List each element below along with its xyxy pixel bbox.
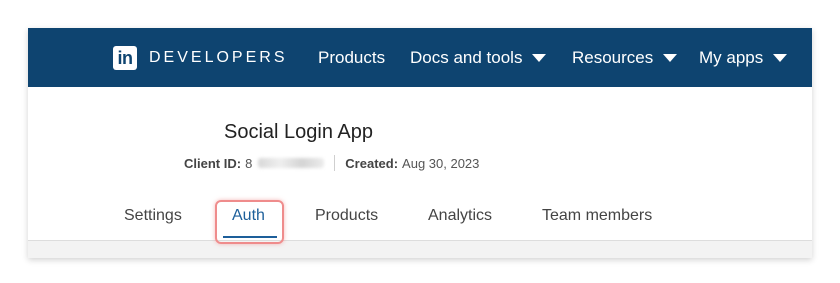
app-tabs: Settings Auth Products Analytics Team me… bbox=[28, 196, 812, 240]
tab-products[interactable]: Products bbox=[315, 196, 378, 236]
chevron-down-icon bbox=[532, 53, 547, 62]
nav-resources-label: Resources bbox=[572, 47, 654, 67]
client-id-redaction bbox=[258, 158, 325, 168]
developer-portal-card: in DEVELOPERS Products Docs and tools Re… bbox=[28, 28, 812, 258]
nav-docs-and-tools-label: Docs and tools bbox=[410, 47, 523, 67]
linkedin-logo-icon: in bbox=[113, 46, 137, 70]
brand-wordmark: DEVELOPERS bbox=[149, 49, 288, 66]
highlight-annotation bbox=[215, 200, 284, 244]
nav-products-label: Products bbox=[318, 47, 386, 67]
tab-analytics-label: Analytics bbox=[428, 207, 493, 224]
created-label: Created: bbox=[345, 155, 399, 171]
client-id-label: Client ID: bbox=[184, 155, 242, 171]
nav-docs-and-tools[interactable]: Docs and tools bbox=[410, 28, 547, 87]
chevron-down-icon bbox=[773, 53, 788, 62]
nav-my-apps-label: My apps bbox=[699, 47, 764, 67]
tab-products-label: Products bbox=[315, 207, 379, 224]
brand-logo[interactable]: in DEVELOPERS bbox=[113, 46, 287, 70]
created-date: Aug 30, 2023 bbox=[402, 155, 480, 171]
app-meta: Client ID: 8 Created: Aug 30, 2023 bbox=[184, 154, 479, 172]
top-navigation-bar: in DEVELOPERS Products Docs and tools Re… bbox=[28, 28, 812, 87]
tab-analytics[interactable]: Analytics bbox=[428, 196, 492, 236]
tab-team-members[interactable]: Team members bbox=[542, 196, 652, 236]
chevron-down-icon bbox=[663, 53, 678, 62]
tab-team-members-label: Team members bbox=[542, 207, 653, 224]
tab-settings-label: Settings bbox=[124, 207, 182, 224]
nav-resources[interactable]: Resources bbox=[572, 28, 678, 87]
content-area-edge bbox=[28, 240, 812, 258]
app-title: Social Login App bbox=[224, 121, 374, 143]
nav-my-apps[interactable]: My apps bbox=[699, 28, 788, 87]
tab-settings[interactable]: Settings bbox=[124, 196, 182, 236]
meta-divider bbox=[334, 155, 336, 171]
nav-products[interactable]: Products bbox=[318, 28, 385, 87]
client-id-value: 8 bbox=[245, 155, 253, 171]
